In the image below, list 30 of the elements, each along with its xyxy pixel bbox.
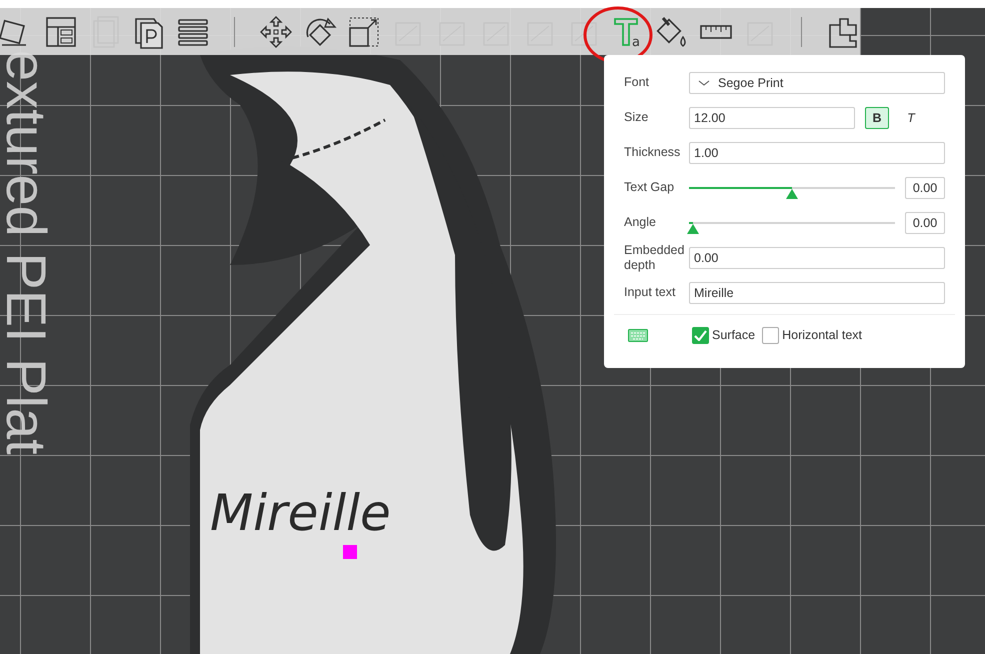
model-text: Mireille (210, 484, 391, 542)
field-label: Font (624, 75, 650, 90)
text-field[interactable]: Mireille (689, 282, 945, 304)
number-field[interactable]: 0.00 (905, 212, 945, 234)
size-field[interactable]: 12.00 (689, 106, 855, 128)
bold-toggle[interactable]: B (865, 106, 889, 128)
chevron-down-icon (698, 78, 710, 86)
italic-toggle[interactable]: T (899, 106, 923, 128)
checkbox-label: Horizontal text (782, 328, 862, 342)
move-arrows-icon[interactable] (259, 14, 293, 48)
keyboard-icon[interactable] (628, 328, 648, 342)
field-label: Input text (624, 285, 676, 300)
field-label: Angle (624, 215, 657, 230)
bed-label: extured PEI Plat (0, 50, 52, 455)
checkbox[interactable] (762, 326, 780, 344)
field-label: Text Gap (624, 180, 676, 195)
font-dropdown[interactable]: Segoe Print (689, 72, 945, 94)
slider-thumb[interactable] (687, 224, 700, 234)
scale-icon[interactable] (347, 14, 381, 48)
checkbox-label: Surface (712, 328, 756, 342)
text-field[interactable]: 0.00 (689, 246, 945, 268)
field-label: Thickness (624, 145, 682, 160)
selection-marker (343, 545, 357, 559)
text-field[interactable]: 1.00 (689, 142, 945, 164)
checkbox[interactable] (692, 326, 709, 344)
field-label: Embedded depth (624, 242, 686, 272)
field-label: Size (624, 110, 650, 125)
slider-thumb[interactable] (786, 188, 798, 198)
layout-grid-icon[interactable] (44, 14, 78, 48)
number-field[interactable]: 0.00 (905, 176, 945, 198)
